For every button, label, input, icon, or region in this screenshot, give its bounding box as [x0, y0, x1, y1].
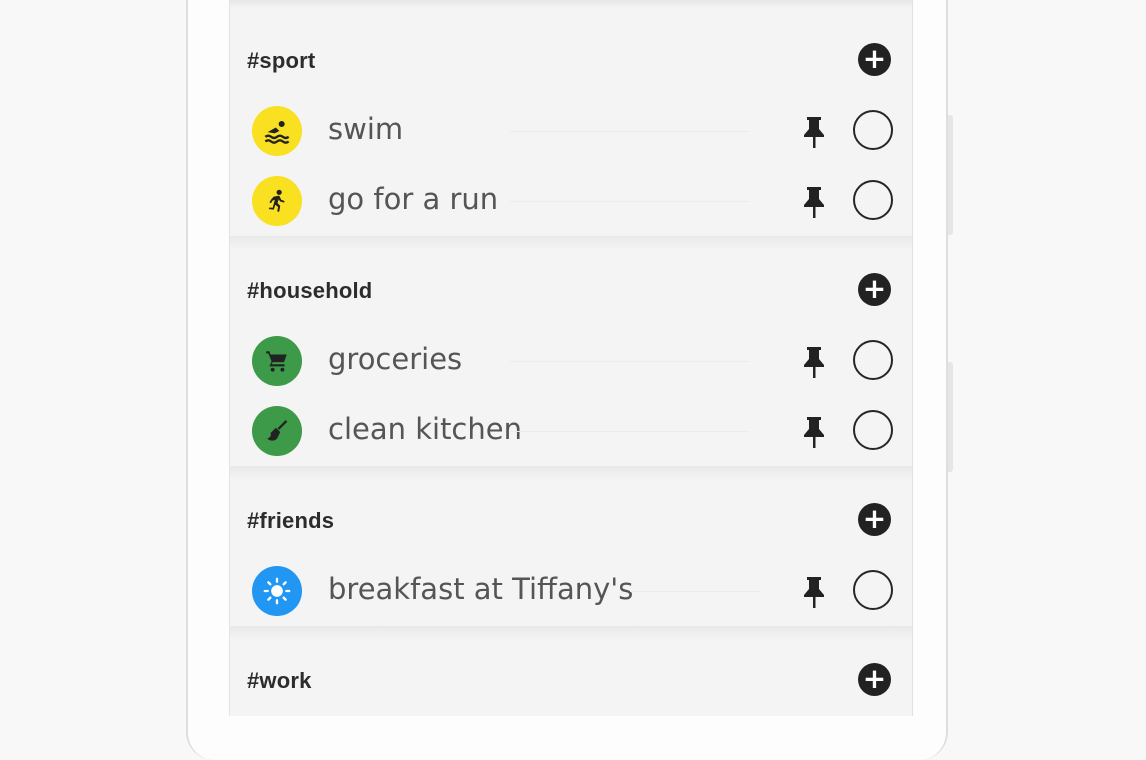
- pin-icon[interactable]: [801, 345, 827, 379]
- task-row-groceries[interactable]: groceries: [230, 330, 912, 392]
- plus-circle-icon: +: [862, 272, 887, 305]
- plus-circle-icon: +: [862, 662, 887, 695]
- add-task-work-button[interactable]: +: [858, 663, 891, 696]
- task-label: clean kitchen: [328, 412, 522, 446]
- complete-checkbox[interactable]: [853, 180, 893, 220]
- complete-checkbox[interactable]: [853, 410, 893, 450]
- plus-circle-icon: +: [862, 42, 887, 75]
- add-task-friends-button[interactable]: +: [858, 503, 891, 536]
- task-row-breakfast[interactable]: breakfast at Tiffany's: [230, 560, 912, 622]
- divider: [510, 431, 750, 432]
- phone-power-button: [948, 362, 953, 472]
- complete-checkbox[interactable]: [853, 340, 893, 380]
- task-row-clean-kitchen[interactable]: clean kitchen: [230, 400, 912, 462]
- pin-icon[interactable]: [801, 415, 827, 449]
- complete-checkbox[interactable]: [853, 570, 893, 610]
- divider: [510, 131, 750, 132]
- task-label: breakfast at Tiffany's: [328, 572, 634, 606]
- task-label: go for a run: [328, 182, 499, 216]
- section-title: #sport: [247, 48, 316, 73]
- add-task-sport-button[interactable]: +: [858, 43, 891, 76]
- section-divider: [230, 626, 912, 640]
- phone-volume-button: [948, 115, 953, 235]
- section-title: #household: [247, 278, 373, 303]
- pin-icon[interactable]: [801, 575, 827, 609]
- section-header-sport: #sport +: [230, 40, 912, 80]
- pin-icon[interactable]: [801, 115, 827, 149]
- section-divider: [230, 236, 912, 250]
- swimmer-icon: [252, 106, 302, 156]
- section-header-household: #household +: [230, 270, 912, 310]
- add-task-household-button[interactable]: +: [858, 273, 891, 306]
- complete-checkbox[interactable]: [853, 110, 893, 150]
- task-list-screen: #sport + swim go for a run #household + …: [229, 0, 913, 716]
- task-row-swim[interactable]: swim: [230, 100, 912, 162]
- section-title: #friends: [247, 508, 335, 533]
- section-title: #work: [247, 668, 312, 693]
- sun-icon: [252, 566, 302, 616]
- plus-circle-icon: +: [862, 502, 887, 535]
- section-header-work: #work +: [230, 660, 912, 700]
- broom-icon: [252, 406, 302, 456]
- section-divider: [230, 466, 912, 480]
- divider: [510, 361, 750, 362]
- runner-icon: [252, 176, 302, 226]
- pin-icon[interactable]: [801, 185, 827, 219]
- shopping-cart-icon: [252, 336, 302, 386]
- task-label: groceries: [328, 342, 463, 376]
- divider: [630, 591, 760, 592]
- task-label: swim: [328, 112, 404, 146]
- divider: [510, 201, 750, 202]
- task-row-run[interactable]: go for a run: [230, 170, 912, 232]
- section-header-friends: #friends +: [230, 500, 912, 540]
- top-divider: [230, 0, 912, 8]
